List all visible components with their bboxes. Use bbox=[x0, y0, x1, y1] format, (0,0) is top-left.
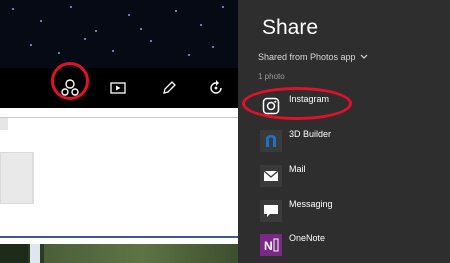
share-target-label: Mail bbox=[289, 164, 306, 174]
share-source-dropdown[interactable]: Shared from Photos app bbox=[258, 52, 368, 62]
share-button[interactable] bbox=[58, 76, 82, 100]
share-target-label: Instagram bbox=[289, 94, 330, 104]
svg-text:N: N bbox=[264, 239, 273, 253]
share-target-onenote[interactable]: N OneNote bbox=[238, 231, 450, 261]
slideshow-icon bbox=[110, 82, 126, 94]
photo-preview bbox=[0, 0, 238, 68]
chevron-down-icon bbox=[360, 54, 367, 59]
messaging-icon bbox=[260, 200, 282, 222]
3d-builder-icon bbox=[260, 130, 282, 152]
share-source-label: Shared from Photos app bbox=[258, 52, 356, 62]
screen: Share Shared from Photos app 1 photo Ins… bbox=[0, 0, 450, 263]
share-target-messaging[interactable]: Messaging bbox=[238, 197, 450, 227]
share-target-label: 3D Builder bbox=[289, 129, 332, 139]
share-icon bbox=[61, 79, 79, 96]
photo-toolbar bbox=[0, 68, 238, 108]
share-target-label: Messaging bbox=[289, 199, 333, 209]
onenote-icon: N bbox=[260, 234, 282, 256]
rotate-icon bbox=[210, 80, 222, 94]
share-target-mail[interactable]: Mail bbox=[238, 162, 450, 192]
photos-app bbox=[0, 0, 238, 263]
edit-icon bbox=[163, 81, 176, 94]
share-target-instagram[interactable]: Instagram bbox=[238, 92, 450, 122]
share-title: Share bbox=[262, 16, 319, 39]
share-target-label: OneNote bbox=[289, 233, 326, 243]
instagram-icon bbox=[260, 95, 282, 117]
mail-icon bbox=[260, 165, 282, 187]
photo-count: 1 photo bbox=[258, 72, 285, 81]
share-pane: Share Shared from Photos app 1 photo Ins… bbox=[238, 0, 450, 263]
edit-button[interactable] bbox=[157, 76, 181, 100]
slideshow-button[interactable] bbox=[106, 76, 130, 100]
thumbnail bbox=[0, 152, 33, 204]
share-target-3d-builder[interactable]: 3D Builder bbox=[238, 127, 450, 157]
background-page bbox=[0, 108, 238, 263]
rotate-button[interactable] bbox=[204, 76, 228, 100]
image-strip bbox=[0, 244, 238, 263]
